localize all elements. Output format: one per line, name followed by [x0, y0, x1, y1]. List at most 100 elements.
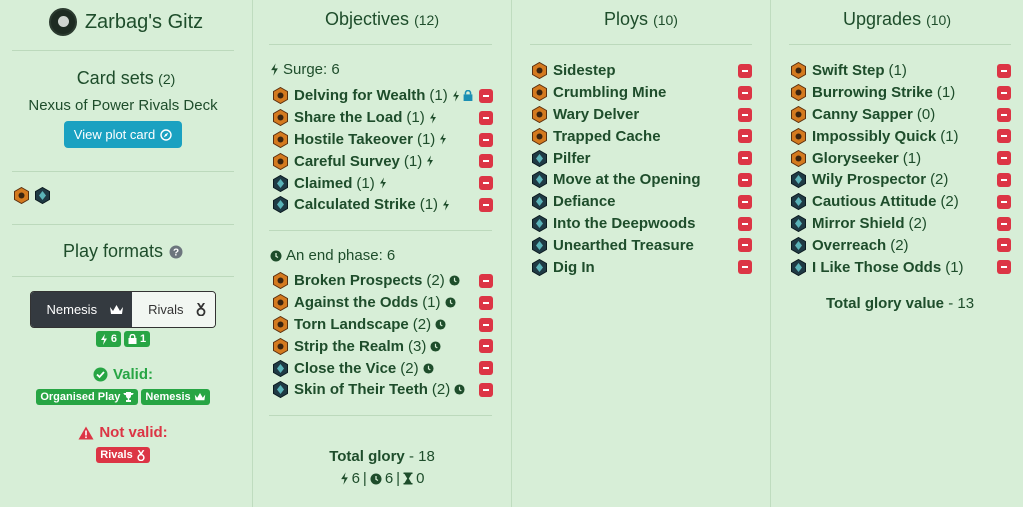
- objective-card[interactable]: Torn Landscape (2): [272, 314, 494, 336]
- lightning-icon: [340, 472, 348, 485]
- help-icon[interactable]: ?: [169, 245, 183, 259]
- objective-card[interactable]: Delving for Wealth (1): [272, 85, 494, 107]
- remove-card-button[interactable]: [479, 176, 493, 191]
- remove-card-button[interactable]: [738, 194, 752, 209]
- remove-card-button[interactable]: [738, 107, 752, 122]
- remove-card-button[interactable]: [738, 238, 752, 253]
- clock-icon: [270, 250, 282, 261]
- objective-card[interactable]: Close the Vice (2): [272, 357, 494, 379]
- ploy-card[interactable]: Crumbling Mine: [531, 82, 753, 104]
- ploy-card[interactable]: Sidestep: [531, 60, 753, 82]
- rivals-format-button[interactable]: Rivals: [132, 292, 216, 327]
- remove-card-button[interactable]: [479, 89, 493, 103]
- objective-card[interactable]: Calculated Strike (1): [272, 194, 494, 216]
- upgrade-card[interactable]: Cautious Attitude (2): [790, 191, 1012, 213]
- card-name: Trapped Cache: [553, 127, 661, 145]
- ploy-card[interactable]: Wary Delver: [531, 104, 753, 126]
- remove-card-button[interactable]: [479, 317, 493, 332]
- remove-card-button[interactable]: [997, 151, 1011, 166]
- remove-card-button[interactable]: [479, 197, 493, 212]
- nemesis-valid-badge: Nemesis: [141, 389, 210, 405]
- nemesis-valid-label: Nemesis: [145, 391, 191, 403]
- objective-card[interactable]: Careful Survey (1): [272, 150, 494, 172]
- remove-card-button[interactable]: [738, 85, 752, 100]
- upgrade-card[interactable]: Mirror Shield (2): [790, 213, 1012, 235]
- objective-card[interactable]: Skin of Their Teeth (2): [272, 379, 494, 401]
- upgrade-card[interactable]: Overreach (2): [790, 234, 1012, 256]
- warband-header: Zarbag's Gitz: [0, 8, 252, 36]
- remove-card-button[interactable]: [738, 64, 752, 78]
- objective-card[interactable]: Broken Prospects (2): [272, 270, 494, 292]
- ploy-card[interactable]: Pilfer: [531, 147, 753, 169]
- remove-card-button[interactable]: [997, 238, 1011, 253]
- remove-card-button[interactable]: [997, 260, 1011, 275]
- rivals-label: Rivals: [148, 302, 184, 317]
- orange-hex-icon: [273, 152, 288, 170]
- remove-card-button[interactable]: [997, 107, 1011, 122]
- remove-card-button[interactable]: [479, 361, 493, 376]
- remove-card-button[interactable]: [479, 110, 493, 125]
- remove-card-button[interactable]: [738, 172, 752, 187]
- remove-card-button[interactable]: [997, 194, 1011, 209]
- upgrade-card[interactable]: Burrowing Strike (1): [790, 82, 1012, 104]
- remove-card-button[interactable]: [738, 216, 752, 231]
- orange-hex-icon: [532, 84, 547, 102]
- dark-hex-icon[interactable]: [34, 187, 51, 204]
- ploy-card[interactable]: Into the Deepwoods: [531, 213, 753, 235]
- upgrade-card[interactable]: Canny Sapper (0): [790, 104, 1012, 126]
- objective-card[interactable]: Against the Odds (1): [272, 292, 494, 314]
- ploy-card[interactable]: Move at the Opening: [531, 169, 753, 191]
- orange-hex-icon: [791, 127, 806, 145]
- end-phase-group-header: An end phase: 6: [270, 247, 395, 264]
- objective-card[interactable]: Strip the Realm (3): [272, 335, 494, 357]
- card-glory: (1): [945, 258, 964, 276]
- check-circle-icon: [93, 367, 108, 382]
- upgrade-card[interactable]: I Like Those Odds (1): [790, 256, 1012, 278]
- upgrade-card[interactable]: Swift Step (1): [790, 60, 1012, 82]
- remove-card-button[interactable]: [738, 151, 752, 166]
- card-name: Calculated Strike: [294, 196, 416, 214]
- remove-card-button[interactable]: [479, 154, 493, 169]
- surge-objectives-list: Delving for Wealth (1) Share the Load (1) Ho…: [272, 85, 494, 216]
- orange-hex-icon[interactable]: [13, 187, 30, 204]
- sidebar: Zarbag's Gitz Card sets (2) Nexus of Pow…: [0, 0, 252, 507]
- end-phase-objectives-list: Broken Prospects (2) Against the Odds (1) To…: [272, 270, 494, 401]
- remove-card-button[interactable]: [738, 129, 752, 144]
- remove-card-button[interactable]: [997, 64, 1011, 78]
- remove-card-button[interactable]: [479, 339, 493, 354]
- view-plot-card-button[interactable]: View plot card: [63, 121, 183, 148]
- remove-card-button[interactable]: [997, 129, 1011, 144]
- card-name: Pilfer: [553, 149, 591, 167]
- upgrade-card[interactable]: Gloryseeker (1): [790, 147, 1012, 169]
- card-glory: (2): [431, 381, 451, 399]
- orange-hex-icon: [791, 105, 806, 123]
- ploy-card[interactable]: Trapped Cache: [531, 125, 753, 147]
- remove-card-button[interactable]: [479, 274, 493, 288]
- lightning-icon: [271, 63, 278, 76]
- remove-card-button[interactable]: [997, 172, 1011, 187]
- ploy-card[interactable]: Defiance: [531, 191, 753, 213]
- ploy-card[interactable]: Unearthed Treasure: [531, 234, 753, 256]
- objective-card[interactable]: Hostile Takeover (1): [272, 129, 494, 151]
- card-name: Dig In: [553, 258, 595, 276]
- avatar: [48, 8, 77, 36]
- objective-card[interactable]: Claimed (1): [272, 172, 494, 194]
- upgrade-card[interactable]: Impossibly Quick (1): [790, 125, 1012, 147]
- ploys-list: Sidestep Crumbling Mine Wary Delver Trapped…: [531, 60, 753, 278]
- objective-card[interactable]: Share the Load (1): [272, 107, 494, 129]
- remove-card-button[interactable]: [479, 132, 493, 147]
- remove-card-button[interactable]: [738, 260, 752, 275]
- valid-label: Valid:: [112, 366, 153, 383]
- ploy-card[interactable]: Dig In: [531, 256, 753, 278]
- remove-card-button[interactable]: [997, 85, 1011, 100]
- lightning-icon: [427, 155, 434, 167]
- dark-hex-icon: [273, 381, 288, 399]
- remove-card-button[interactable]: [479, 295, 493, 310]
- orange-hex-icon: [273, 294, 288, 312]
- card-glory: (3): [408, 337, 427, 355]
- remove-card-button[interactable]: [479, 382, 493, 397]
- remove-card-button[interactable]: [997, 216, 1011, 231]
- upgrades-total: Total glory value - 13: [771, 295, 1023, 312]
- upgrade-card[interactable]: Wily Prospector (2): [790, 169, 1012, 191]
- nemesis-format-button[interactable]: Nemesis: [30, 292, 133, 327]
